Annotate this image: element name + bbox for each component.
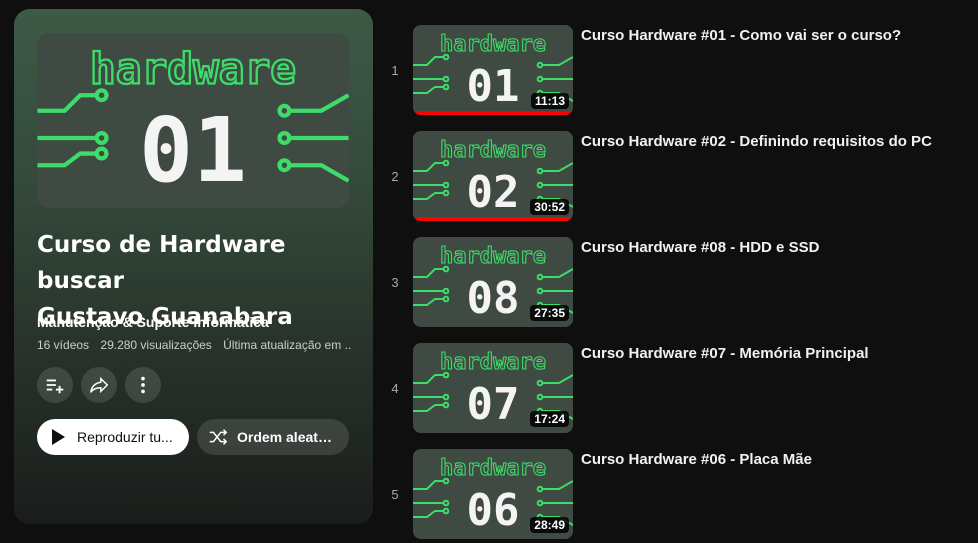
video-title-link[interactable]: Curso Hardware #06 - Placa Mãe <box>581 451 812 468</box>
share-icon <box>90 376 109 394</box>
video-index: 3 <box>391 274 399 290</box>
thumb-number: 08 <box>467 273 520 324</box>
watch-progress-bar <box>413 217 573 221</box>
thumb-word: hardware <box>440 350 546 375</box>
play-all-label: Reproduzir tu... <box>77 429 173 445</box>
video-index: 1 <box>391 62 399 78</box>
thumb-number: 02 <box>467 167 520 218</box>
thumb-number: 01 <box>467 61 520 112</box>
thumb-number: 07 <box>467 379 520 430</box>
shuffle-icon <box>209 429 228 445</box>
duration-badge: 27:35 <box>530 305 569 321</box>
duration-badge: 30:52 <box>530 199 569 215</box>
thumb-number: 06 <box>467 485 520 536</box>
video-index: 2 <box>391 168 399 184</box>
video-title-link[interactable]: Curso Hardware #01 - Como vai ser o curs… <box>581 27 901 44</box>
list-item[interactable]: 3 hardware 08 27:35 Curso Hardware #08 - HDD… <box>384 237 974 331</box>
play-all-button[interactable]: Reproduzir tu... <box>37 419 189 455</box>
share-button[interactable] <box>81 367 117 403</box>
list-item[interactable]: 1 hardware 01 11:13 Curso Hardware #01 - Com… <box>384 25 974 119</box>
play-icon <box>52 429 65 445</box>
watch-progress-bar <box>413 111 573 115</box>
video-title-link[interactable]: Curso Hardware #08 - HDD e SSD <box>581 239 819 256</box>
video-thumbnail[interactable]: hardware 01 11:13 <box>413 25 573 115</box>
video-index: 4 <box>391 380 399 396</box>
thumb-number: 01 <box>139 99 247 203</box>
thumb-word: hardware <box>440 138 546 163</box>
add-to-queue-button[interactable] <box>37 367 73 403</box>
video-thumbnail[interactable]: hardware 02 30:52 <box>413 131 573 221</box>
video-thumbnail[interactable]: hardware 06 28:49 <box>413 449 573 539</box>
view-count: 29.280 visualizações <box>100 338 212 352</box>
hardware-thumbnail-art: hardware 01 <box>37 33 349 208</box>
shuffle-label: Ordem aleató... <box>237 429 337 445</box>
add-to-queue-icon <box>46 379 64 394</box>
thumb-word: hardware <box>440 244 546 269</box>
playlist-thumbnail[interactable]: hardware 01 <box>37 33 349 208</box>
playlist-header: hardware 01 Curso de Hardware buscar Gus… <box>14 9 373 524</box>
list-item[interactable]: 4 hardware 07 17:24 Curso Hardware #07 - Mem… <box>384 343 974 437</box>
last-updated: Última atualização em ... <box>223 338 352 352</box>
playlist-owner-link[interactable]: Manutenção & Suporte Informática <box>37 314 269 330</box>
duration-badge: 28:49 <box>530 517 569 533</box>
thumb-word: hardware <box>440 456 546 481</box>
playlist-meta: 16 vídeos 29.280 visualizações Última at… <box>37 338 352 352</box>
video-title-link[interactable]: Curso Hardware #02 - Definindo requisito… <box>581 133 932 150</box>
duration-badge: 17:24 <box>530 411 569 427</box>
list-item[interactable]: 2 hardware 02 30:52 Curso Hardware #02 - Def… <box>384 131 974 225</box>
shuffle-button[interactable]: Ordem aleató... <box>197 419 349 455</box>
more-vertical-icon <box>141 376 145 394</box>
video-count: 16 vídeos <box>37 338 90 352</box>
video-title-link[interactable]: Curso Hardware #07 - Memória Principal <box>581 345 869 362</box>
duration-badge: 11:13 <box>530 93 569 109</box>
more-actions-button[interactable] <box>125 367 161 403</box>
video-index: 5 <box>391 486 399 502</box>
thumb-word: hardware <box>440 32 546 57</box>
playlist-title-line1: Curso de Hardware buscar <box>37 232 286 294</box>
list-item[interactable]: 5 hardware 06 28:49 Curso Hardware #06 - Pla… <box>384 449 974 543</box>
video-thumbnail[interactable]: hardware 08 27:35 <box>413 237 573 327</box>
thumb-word: hardware <box>90 45 296 95</box>
video-thumbnail[interactable]: hardware 07 17:24 <box>413 343 573 433</box>
